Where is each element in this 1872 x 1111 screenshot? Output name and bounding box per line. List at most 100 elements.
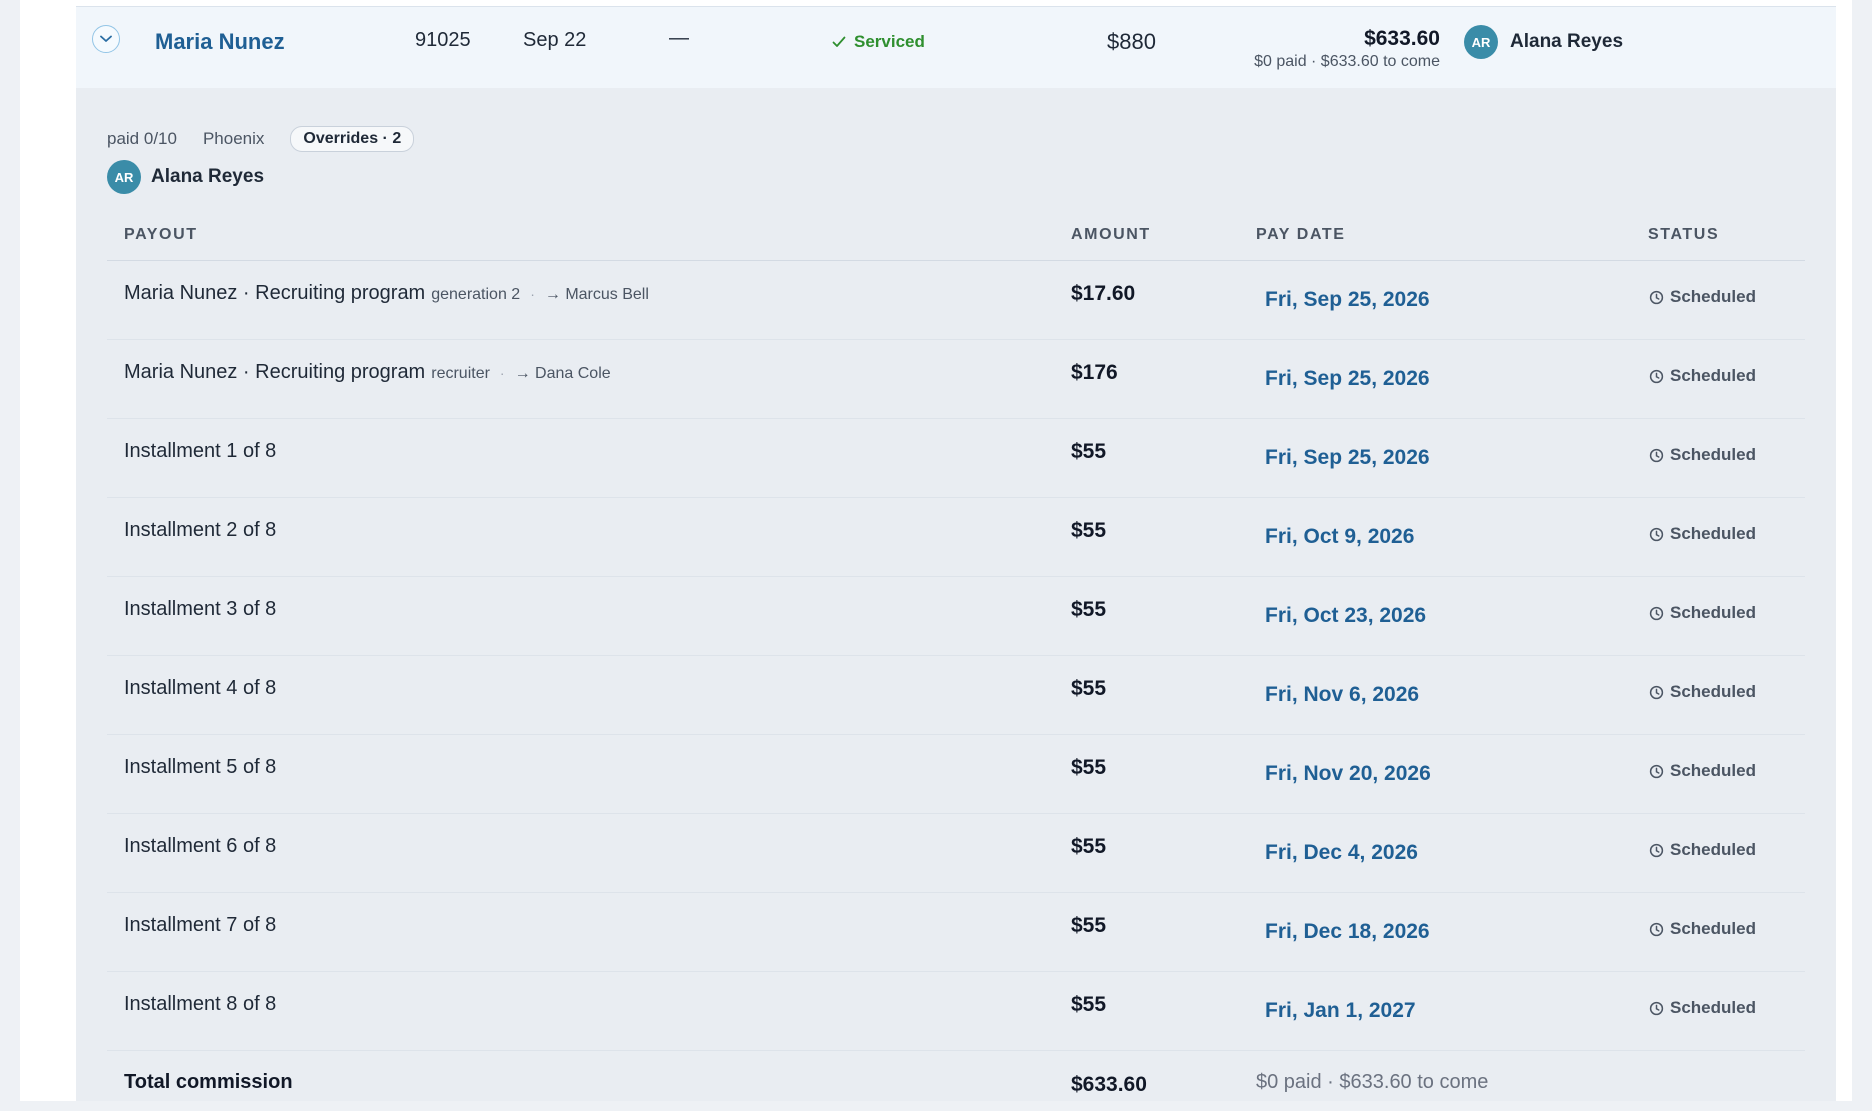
payout-amount: $17.60 [1071,282,1136,305]
clock-icon [1649,1001,1664,1015]
status-label: Scheduled [1670,998,1756,1017]
payout-amount: $176 [1071,361,1118,384]
status-label: Scheduled [1670,524,1756,543]
status-label: Scheduled [1670,919,1756,938]
pay-date-link[interactable]: Fri, Sep 25, 2026 [1265,446,1430,470]
payout-label: Installment 1 of 8 [124,440,277,462]
total-commission-subtext: $0 paid · $633.60 to come [1256,1071,1489,1093]
status-badge: Scheduled [1649,919,1756,939]
payout-amount: $55 [1071,440,1107,463]
table-row: Installment 7 of 8 $55 Fri, Dec 18, 2026 Sc… [107,893,1805,972]
location: Phoenix [202,129,265,148]
payout-tag: recruiter [431,365,490,382]
table-row: Installment 6 of 8 $55 Fri, Dec 4, 2026 Sch… [107,814,1805,893]
payout-recipient: → Dana Cole [514,365,611,382]
clock-icon [1649,764,1664,778]
header-status: STATUS [1648,226,1720,243]
payout-label: Installment 6 of 8 [124,835,277,857]
table-row: Maria Nunez · Recruiting program generati… [107,261,1805,340]
pay-date-link[interactable]: Fri, Nov 6, 2026 [1265,683,1419,707]
pay-date-link[interactable]: Fri, Dec 18, 2026 [1265,920,1430,944]
payout-label: Installment 5 of 8 [124,756,277,778]
pay-date-link[interactable]: Fri, Sep 25, 2026 [1265,288,1430,312]
total-commission-amount: $633.60 [1071,1073,1147,1096]
status-badge: Scheduled [1649,603,1756,623]
zip-code: 91025 [415,29,471,51]
paid-count: paid 0/10 [107,129,177,148]
payout-cell: Maria Nunez · Recruiting program recruite… [124,361,611,384]
payout-cell: Maria Nunez · Recruiting program generati… [124,282,649,305]
expanded-detail-panel: paid 0/10 Phoenix Overrides · 2 AR Alana… [76,88,1836,1101]
payout-amount: $55 [1071,519,1107,542]
clock-icon [1649,369,1664,383]
table-row: Installment 8 of 8 $55 Fri, Jan 1, 2027 Sch… [107,972,1805,1051]
pay-date-link[interactable]: Fri, Oct 23, 2026 [1265,604,1426,628]
clock-icon [1649,843,1664,857]
payout-amount: $55 [1071,756,1107,779]
commission-subtext: $0 paid · $633.60 to come [1254,53,1440,70]
avatar: AR [1464,25,1498,59]
job-row[interactable]: Maria Nunez 91025 Sep 22 — Serviced $880… [76,6,1836,89]
status-badge: Scheduled [1649,287,1756,307]
status-badge: Serviced [832,32,925,52]
table-row: Installment 1 of 8 $55 Fri, Sep 25, 2026 Sc… [107,419,1805,498]
status-label: Scheduled [1670,445,1756,464]
status-label: Scheduled [1670,287,1756,306]
table-footer: Total commission $633.60 $0 paid · $633.… [107,1051,1805,1111]
table-header: PAYOUT AMOUNT PAY DATE STATUS [107,208,1805,261]
clock-icon [1649,290,1664,304]
status-label: Scheduled [1670,603,1756,622]
status-badge: Scheduled [1649,524,1756,544]
status-badge: Scheduled [1649,761,1756,781]
empty-value: — [669,27,689,49]
job-price: $880 [1107,29,1156,54]
pay-date-link[interactable]: Fri, Oct 9, 2026 [1265,525,1414,549]
clock-icon [1649,527,1664,541]
payout-amount: $55 [1071,677,1107,700]
header-payout: PAYOUT [124,226,198,243]
avatar: AR [107,160,141,194]
payout-cell: Installment 6 of 8 [124,835,276,858]
separator-dot: · [530,286,535,302]
payout-cell: Installment 2 of 8 [124,519,276,542]
separator-dot: · [499,365,505,381]
chevron-down-icon [100,35,112,42]
payout-label: Installment 8 of 8 [124,993,277,1015]
expand-toggle-button[interactable] [92,25,120,53]
payout-amount: $55 [1071,598,1107,621]
status-badge: Scheduled [1649,445,1756,465]
status-badge: Scheduled [1649,840,1756,860]
pay-date-link[interactable]: Fri, Nov 20, 2026 [1265,762,1431,786]
owner-name: Alana Reyes [151,166,265,187]
status-label: Scheduled [1670,366,1756,385]
status-badge: Scheduled [1649,366,1756,386]
status-label: Serviced [854,32,925,51]
payout-cell: Installment 7 of 8 [124,914,276,937]
status-badge: Scheduled [1649,998,1756,1018]
payout-label: Installment 7 of 8 [124,914,277,936]
pay-date-link[interactable]: Fri, Dec 4, 2026 [1265,841,1418,865]
header-amount: AMOUNT [1071,226,1151,243]
job-date: Sep 22 [523,29,587,51]
detail-meta: paid 0/10 Phoenix Overrides · 2 [107,126,415,152]
commission-total-cell: $633.60 $0 paid · $633.60 to come [1254,27,1440,71]
payout-label: Installment 4 of 8 [124,677,277,699]
clock-icon [1649,922,1664,936]
header-pay-date: PAY DATE [1256,226,1346,243]
payout-amount: $55 [1071,835,1107,858]
status-label: Scheduled [1670,761,1756,780]
payout-amount: $55 [1071,993,1107,1016]
overrides-badge[interactable]: Overrides · 2 [290,126,415,152]
payout-amount: $55 [1071,914,1107,937]
table-row: Installment 5 of 8 $55 Fri, Nov 20, 2026 Sc… [107,735,1805,814]
payout-label: Installment 2 of 8 [124,519,277,541]
pay-date-link[interactable]: Fri, Sep 25, 2026 [1265,367,1430,391]
status-badge: Scheduled [1649,682,1756,702]
client-name-link[interactable]: Maria Nunez [155,29,285,55]
total-commission-label: Total commission [124,1071,293,1093]
payout-label: Installment 3 of 8 [124,598,277,620]
pay-date-link[interactable]: Fri, Jan 1, 2027 [1265,999,1416,1023]
table-row: Installment 2 of 8 $55 Fri, Oct 9, 2026 Sch… [107,498,1805,577]
payout-label: Maria Nunez · Recruiting program [124,282,426,304]
clock-icon [1649,448,1664,462]
